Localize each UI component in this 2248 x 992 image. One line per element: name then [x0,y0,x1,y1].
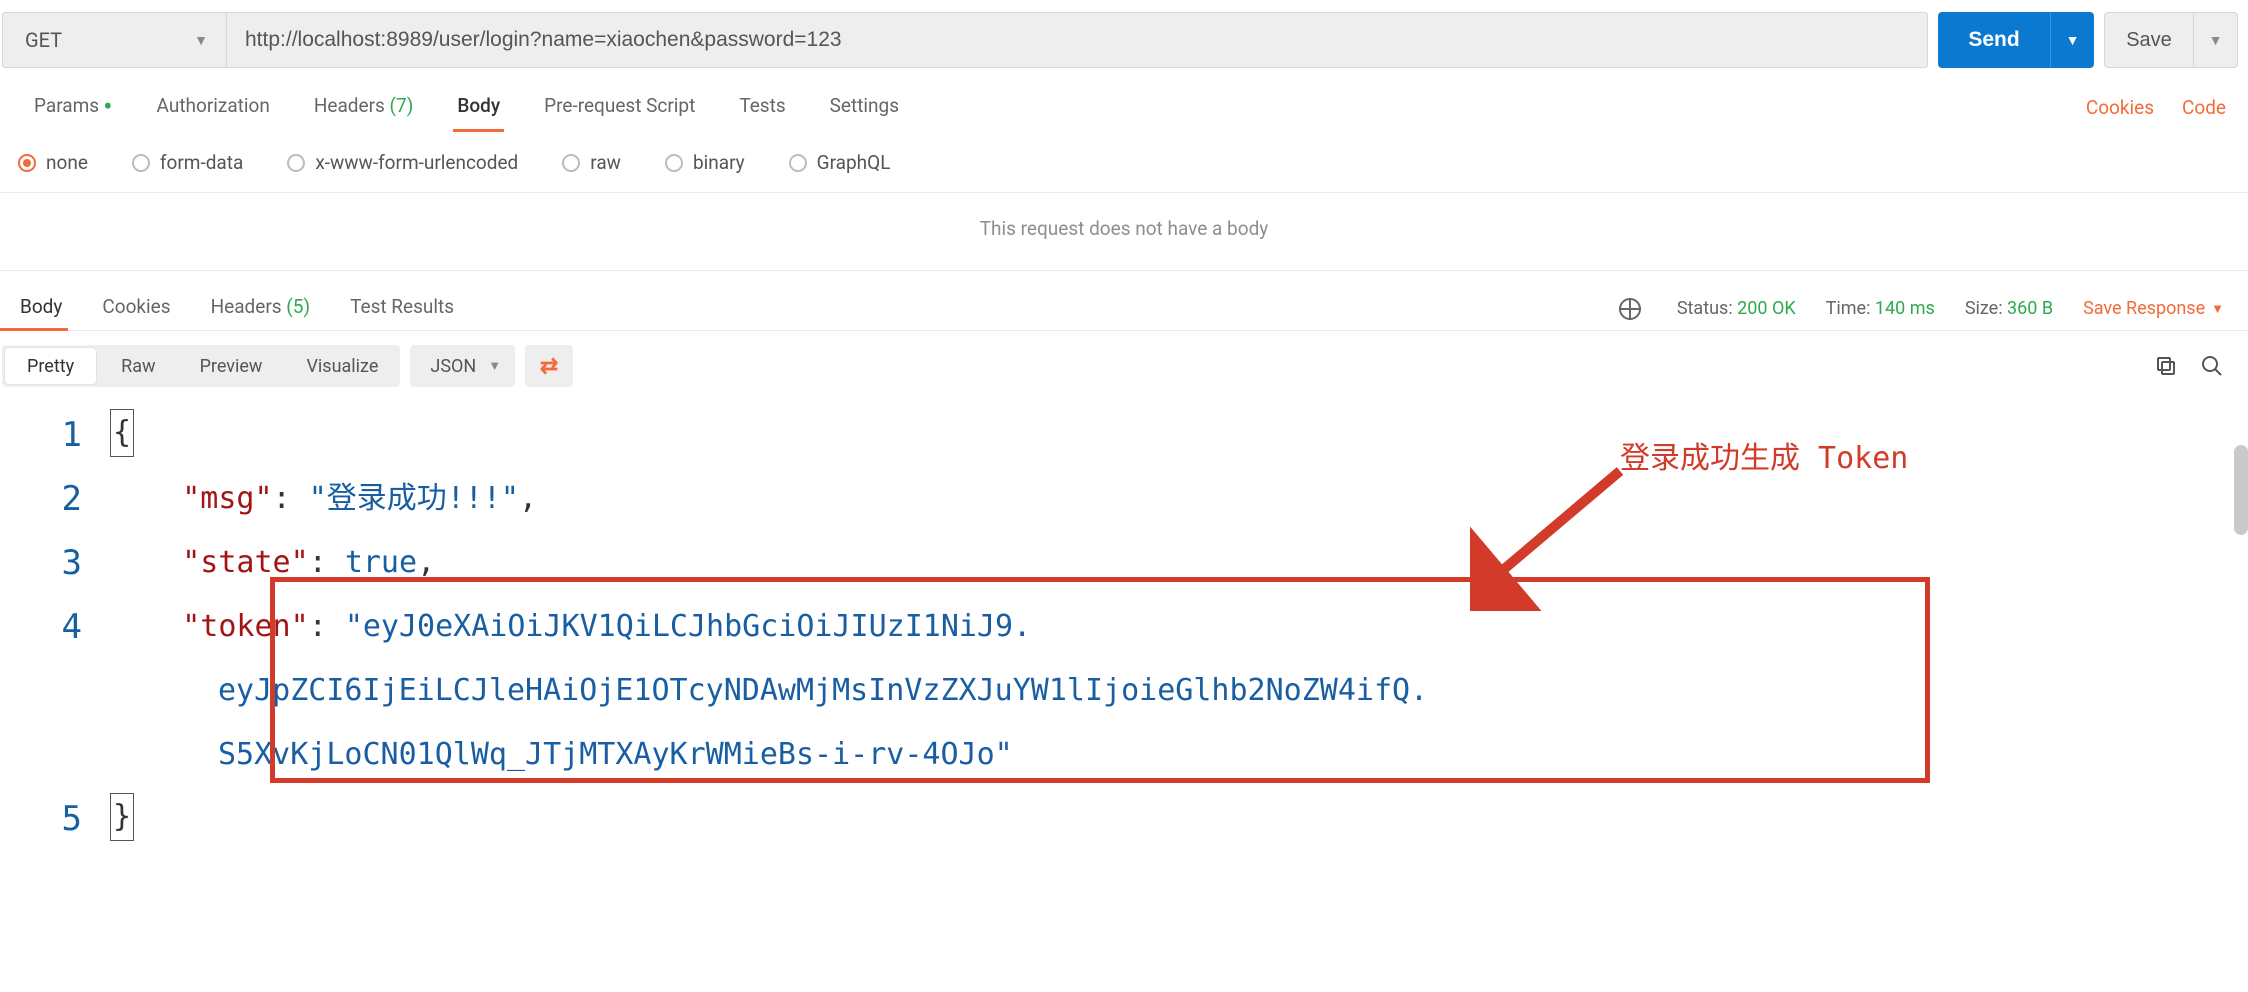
params-indicator-dot: • [103,90,112,123]
radio-icon [132,154,150,172]
tab-body[interactable]: Body [435,84,522,131]
radio-icon [789,154,807,172]
chevron-down-icon: ▼ [2211,301,2224,317]
response-body[interactable]: 1{ 2 "msg": "登录成功!!!", 3 "state": true, … [0,397,2248,851]
body-type-graphql[interactable]: GraphQL [789,151,891,174]
tab-headers[interactable]: Headers (7) [292,84,436,131]
wrap-icon: ⇄ [540,354,558,379]
tab-tests[interactable]: Tests [717,84,807,131]
send-dropdown-button[interactable]: ▼ [2050,12,2094,68]
chevron-down-icon: ▼ [194,32,208,49]
radio-icon [18,154,36,172]
view-pretty[interactable]: Pretty [5,348,96,384]
resp-tab-body[interactable]: Body [0,287,82,330]
view-preview[interactable]: Preview [178,345,285,387]
time-label: Time: 140 ms [1826,298,1935,319]
body-type-none[interactable]: none [18,151,88,174]
url-input[interactable] [226,12,1928,68]
search-icon[interactable] [2200,354,2224,378]
status-label: Status: 200 OK [1677,298,1796,319]
copy-icon[interactable] [2154,354,2178,378]
size-label: Size: 360 B [1965,298,2053,319]
resp-tab-tests[interactable]: Test Results [330,287,474,330]
body-type-raw[interactable]: raw [562,151,621,174]
cookies-link[interactable]: Cookies [2086,96,2154,119]
view-visualize[interactable]: Visualize [284,345,400,387]
send-button[interactable]: Send [1938,12,2050,68]
save-button[interactable]: Save [2104,12,2194,68]
chevron-down-icon: ▼ [488,358,501,374]
http-method-select[interactable]: GET ▼ [2,12,226,68]
resp-tab-cookies[interactable]: Cookies [82,287,190,330]
radio-icon [287,154,305,172]
body-type-binary[interactable]: binary [665,151,745,174]
view-mode-group: Pretty Raw Preview Visualize [2,345,400,387]
code-link[interactable]: Code [2182,96,2226,119]
body-type-urlencoded[interactable]: x-www-form-urlencoded [287,151,518,174]
http-method-value: GET [25,28,62,52]
save-response-button[interactable]: Save Response ▼ [2083,298,2224,319]
wrap-lines-button[interactable]: ⇄ [525,345,573,387]
no-body-message: This request does not have a body [0,193,2248,271]
radio-icon [562,154,580,172]
tab-prerequest[interactable]: Pre-request Script [522,84,717,131]
tab-settings[interactable]: Settings [808,84,921,131]
radio-icon [665,154,683,172]
save-dropdown-button[interactable]: ▼ [2194,12,2238,68]
view-raw[interactable]: Raw [99,345,177,387]
globe-icon[interactable] [1619,298,1641,320]
format-select[interactable]: JSON▼ [410,345,515,387]
scrollbar[interactable] [2234,445,2248,535]
tab-params[interactable]: Params• [12,84,135,131]
cursor: { [110,409,134,457]
body-type-formdata[interactable]: form-data [132,151,243,174]
tab-authorization[interactable]: Authorization [135,84,292,131]
resp-tab-headers[interactable]: Headers (5) [191,287,331,330]
